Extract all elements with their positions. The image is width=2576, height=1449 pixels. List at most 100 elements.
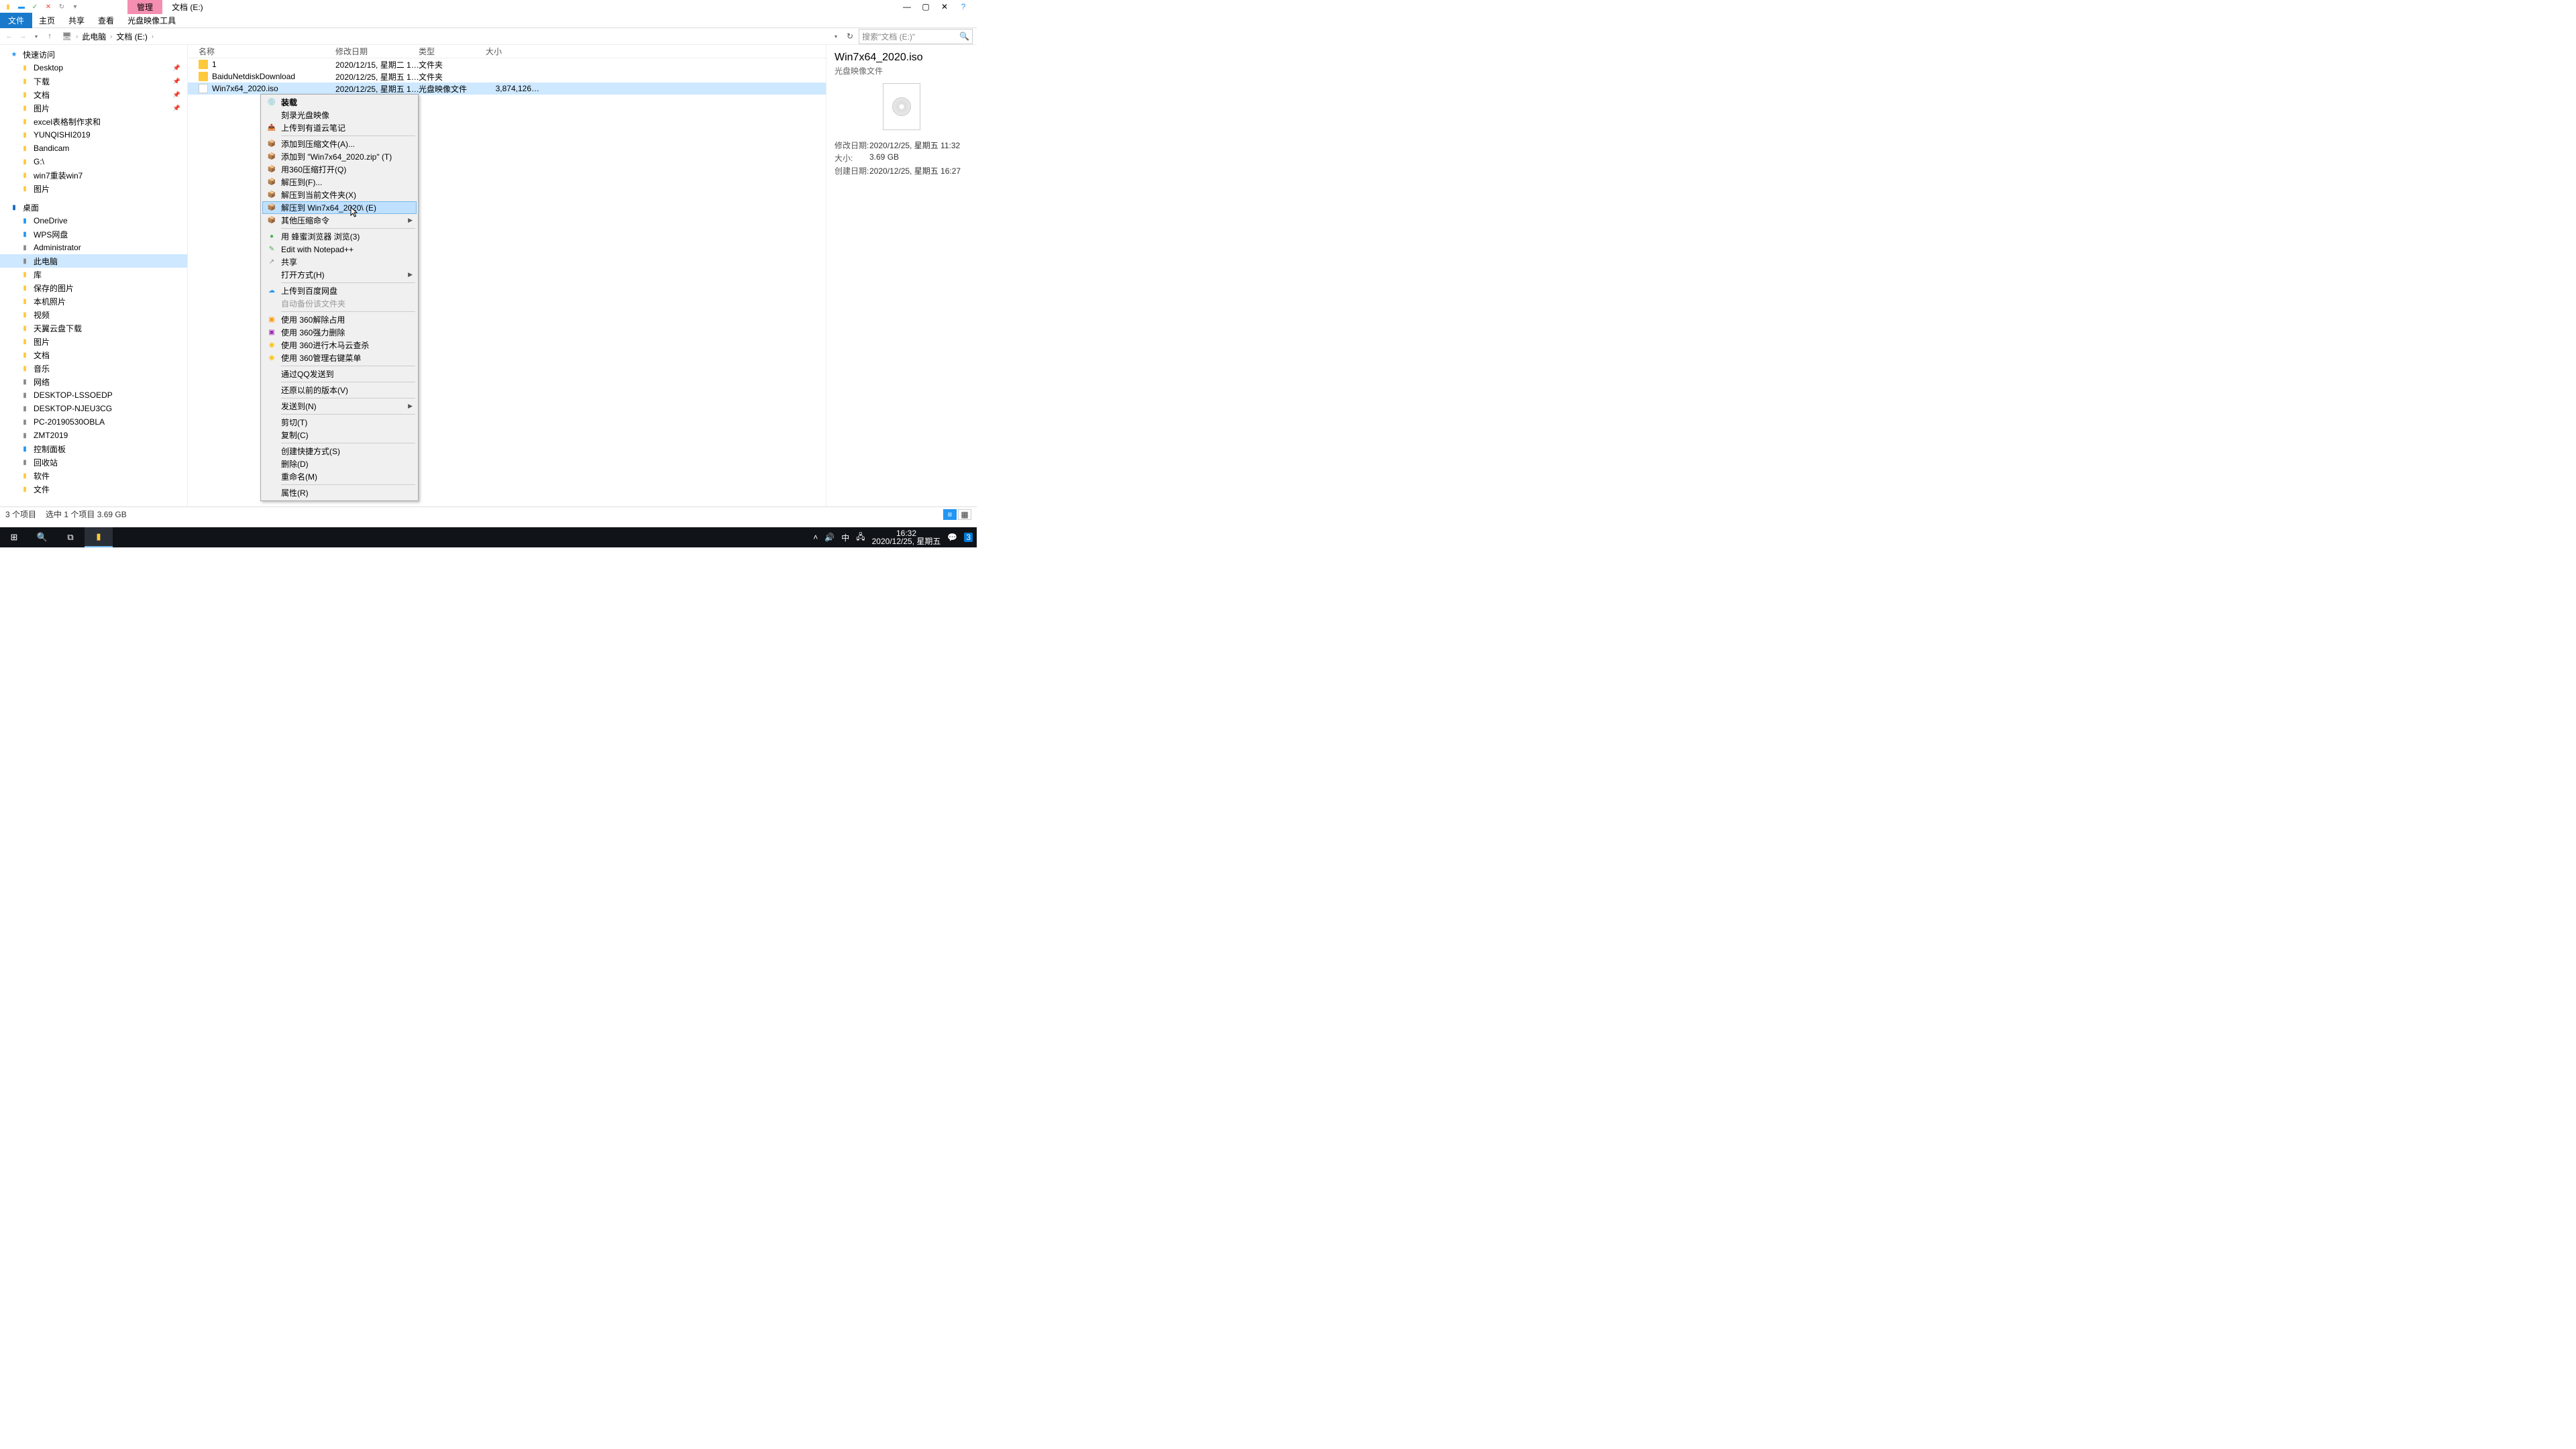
tree-item[interactable]: ▮软件 (0, 469, 187, 482)
tree-item[interactable]: ▮PC-20190530OBLA (0, 415, 187, 429)
refresh-button[interactable]: ↻ (844, 32, 856, 41)
tree-item[interactable]: ▮WPS网盘 (0, 227, 187, 241)
search-input[interactable]: 搜索"文档 (E:)" 🔍 (859, 29, 973, 44)
chevron-right-icon[interactable]: › (109, 33, 113, 40)
tray-chevron-icon[interactable]: ˄ (813, 533, 818, 542)
tree-item[interactable]: ▮视频 (0, 308, 187, 321)
menu-item[interactable]: 📦添加到压缩文件(A)... (262, 138, 417, 150)
tree-item[interactable]: ▮Desktop📌 (0, 61, 187, 74)
view-details-button[interactable]: ≡ (943, 509, 957, 520)
taskbar-clock[interactable]: 16:32 2020/12/25, 星期五 (872, 529, 941, 545)
tree-item[interactable]: ▮win7重装win7 (0, 168, 187, 182)
minimize-button[interactable]: — (899, 2, 915, 11)
tree-item[interactable]: ▮网络 (0, 375, 187, 388)
tab-view[interactable]: 查看 (91, 13, 121, 28)
tree-item[interactable]: ▮文档📌 (0, 88, 187, 101)
help-button[interactable]: ? (955, 2, 971, 11)
col-date[interactable]: 修改日期 (335, 46, 419, 57)
close-button[interactable]: ✕ (936, 2, 953, 11)
col-size[interactable]: 大小 (486, 46, 539, 57)
tree-item[interactable]: ▮DESKTOP-NJEU3CG (0, 402, 187, 415)
tree-item[interactable]: ▮控制面板 (0, 442, 187, 455)
tree-item[interactable]: ▮库 (0, 268, 187, 281)
refresh-icon[interactable]: ↻ (56, 1, 67, 12)
explorer-taskbar-button[interactable]: ▮ (85, 527, 113, 547)
dropdown-icon[interactable]: ▾ (70, 1, 80, 12)
nav-history-dropdown[interactable]: ▾ (31, 34, 42, 40)
tree-item[interactable]: ▮ZMT2019 (0, 429, 187, 442)
tree-item[interactable]: ▮本机照片 (0, 294, 187, 308)
close-icon[interactable]: ✕ (43, 1, 54, 12)
tree-item[interactable]: ▮文件 (0, 482, 187, 496)
menu-item[interactable]: ↗共享 (262, 256, 417, 268)
tree-item[interactable]: ▮回收站 (0, 455, 187, 469)
menu-item[interactable]: 通过QQ发送到 (262, 368, 417, 380)
tray-network-icon[interactable]: 🖧 (856, 531, 865, 545)
menu-item[interactable]: 还原以前的版本(V) (262, 384, 417, 396)
notification-center-button[interactable]: 💬 (947, 533, 957, 542)
tree-item[interactable]: ▮图片 (0, 182, 187, 195)
start-button[interactable]: ⊞ (0, 527, 28, 547)
nav-up-button[interactable]: ↑ (44, 32, 55, 40)
file-row[interactable]: Win7x64_2020.iso2020/12/25, 星期五 1…光盘映像文件… (188, 83, 826, 95)
menu-item[interactable]: 复制(C) (262, 429, 417, 441)
tree-item[interactable]: ▮Administrator (0, 241, 187, 254)
menu-item[interactable]: 📦解压到(F)... (262, 176, 417, 189)
chevron-right-icon[interactable]: › (150, 33, 155, 40)
menu-item[interactable]: 刻录光盘映像 (262, 109, 417, 121)
tree-item[interactable]: ▮图片📌 (0, 101, 187, 115)
menu-item[interactable]: ●用 蜂蜜浏览器 浏览(3) (262, 230, 417, 243)
tree-item[interactable]: ▮DESKTOP-LSSOEDP (0, 388, 187, 402)
tree-item[interactable]: ★快速访问 (0, 48, 187, 61)
save-icon[interactable]: ▬ (16, 1, 27, 12)
tray-volume-icon[interactable]: 🔊 (824, 533, 835, 542)
tree-item[interactable]: ▮图片 (0, 335, 187, 348)
menu-item[interactable]: 删除(D) (262, 458, 417, 470)
menu-item[interactable]: 属性(R) (262, 486, 417, 499)
tab-disc-tools[interactable]: 光盘映像工具 (121, 13, 182, 28)
menu-item[interactable]: ▣使用 360强力删除 (262, 326, 417, 339)
col-type[interactable]: 类型 (419, 46, 486, 57)
menu-item[interactable]: 重命名(M) (262, 470, 417, 483)
menu-item[interactable]: 发送到(N)▶ (262, 400, 417, 413)
file-row[interactable]: 12020/12/15, 星期二 1…文件夹 (188, 58, 826, 70)
breadcrumb[interactable]: 🖥 › 此电脑 › 文档 (E:) › (58, 31, 828, 42)
search-button[interactable]: 🔍 (28, 527, 56, 547)
navigation-tree[interactable]: ★快速访问▮Desktop📌▮下载📌▮文档📌▮图片📌▮excel表格制作求和▮Y… (0, 45, 188, 506)
tab-home[interactable]: 主页 (32, 13, 62, 28)
menu-item[interactable]: 📦添加到 "Win7x64_2020.zip" (T) (262, 150, 417, 163)
menu-item[interactable]: 💿装载 (262, 96, 417, 109)
tree-item[interactable]: ▮下载📌 (0, 74, 187, 88)
tree-item[interactable]: ▮YUNQISHI2019 (0, 128, 187, 142)
tree-item[interactable]: ▮Bandicam (0, 142, 187, 155)
menu-item[interactable]: ☁上传到百度网盘 (262, 284, 417, 297)
check-icon[interactable]: ✓ (30, 1, 40, 12)
menu-item[interactable]: ▣使用 360解除占用 (262, 313, 417, 326)
crumb-this-pc[interactable]: 此电脑 (80, 31, 107, 42)
col-name[interactable]: 名称 (188, 46, 335, 57)
menu-item[interactable]: 创建快捷方式(S) (262, 445, 417, 458)
tree-item[interactable]: ▮excel表格制作求和 (0, 115, 187, 128)
menu-item[interactable]: 打开方式(H)▶ (262, 268, 417, 281)
contextual-tab-manage[interactable]: 管理 (127, 0, 162, 14)
maximize-button[interactable]: ▢ (918, 2, 934, 11)
tree-item[interactable]: ▮保存的图片 (0, 281, 187, 294)
address-dropdown[interactable]: ▾ (830, 34, 841, 40)
menu-item[interactable]: ✎Edit with Notepad++ (262, 243, 417, 256)
tree-item[interactable]: ▮G:\ (0, 155, 187, 168)
file-row[interactable]: BaiduNetdiskDownload2020/12/25, 星期五 1…文件… (188, 70, 826, 83)
tree-item[interactable]: ▮天翼云盘下载 (0, 321, 187, 335)
tab-share[interactable]: 共享 (62, 13, 91, 28)
ime-indicator[interactable]: 中 (841, 532, 849, 543)
menu-item[interactable]: 📦其他压缩命令▶ (262, 214, 417, 227)
task-view-button[interactable]: ⧉ (56, 527, 85, 547)
menu-item[interactable]: 📦用360压缩打开(Q) (262, 163, 417, 176)
tree-item[interactable]: ▮此电脑 (0, 254, 187, 268)
tab-file[interactable]: 文件 (0, 13, 32, 28)
menu-item[interactable]: 📦解压到当前文件夹(X) (262, 189, 417, 201)
chevron-right-icon[interactable]: › (74, 33, 79, 40)
menu-item[interactable]: 📦解压到 Win7x64_2020\ (E) (262, 201, 417, 214)
menu-item[interactable]: 📤上传到有道云笔记 (262, 121, 417, 134)
nav-back-button[interactable]: ← (4, 32, 15, 40)
view-icons-button[interactable]: ▦ (958, 509, 971, 520)
